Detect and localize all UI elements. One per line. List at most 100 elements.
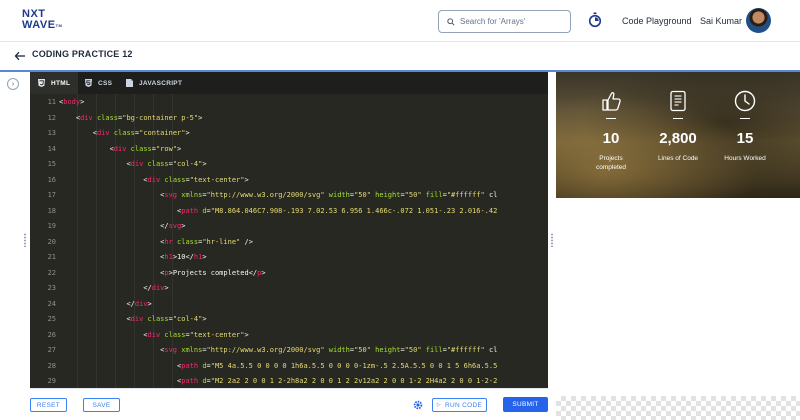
stat-label-line1: Projects	[599, 155, 623, 162]
submit-button[interactable]: SUBMIT	[503, 397, 548, 412]
line-number: 20	[47, 237, 56, 246]
code-line[interactable]: 23 </div>	[30, 281, 548, 297]
css-file-icon	[85, 79, 92, 87]
code-playground-link[interactable]: Code Playground	[622, 16, 692, 26]
stat-value: 2,800	[659, 130, 697, 147]
code-line[interactable]: 16 <div class="text-center">	[30, 173, 548, 189]
code-line[interactable]: 13 <div class="container">	[30, 126, 548, 142]
user-name[interactable]: Sai Kumar	[700, 16, 742, 26]
code-text[interactable]: <div class="col-4">	[59, 157, 206, 173]
code-line[interactable]: 24 </div>	[30, 297, 548, 313]
line-number: 16	[47, 175, 56, 184]
code-text[interactable]: <path d="M2 2a2 2 0 0 1 2-2h8a2 2 0 0 1 …	[59, 374, 497, 388]
code-line[interactable]: 27 <svg xmlns="http://www.w3.org/2000/sv…	[30, 343, 548, 359]
code-text[interactable]: <div class="col-4">	[59, 312, 206, 328]
search-box[interactable]	[438, 10, 571, 33]
line-number: 19	[47, 222, 56, 230]
output-preview: 10 Projects completed 2,800 Lines of Code…	[556, 72, 800, 420]
code-text[interactable]: </svg>	[59, 219, 185, 235]
code-text[interactable]: <svg xmlns="http://www.w3.org/2000/svg" …	[59, 188, 497, 204]
tab-html-label: HTML	[51, 79, 71, 87]
code-text[interactable]: <hr class="hr-line" />	[59, 235, 253, 251]
search-icon	[447, 17, 455, 26]
code-text[interactable]: <svg xmlns="http://www.w3.org/2000/svg" …	[59, 343, 497, 359]
run-code-label: RUN CODE	[445, 401, 483, 409]
line-number: 12	[47, 113, 56, 122]
stat-label-line2: completed	[596, 164, 626, 171]
logo-line-2: WAVE	[22, 19, 56, 31]
stat-label: Projects completed	[576, 154, 646, 172]
save-button[interactable]: SAVE	[83, 398, 120, 412]
code-line[interactable]: 11 <body>	[30, 95, 548, 111]
line-number: 23	[47, 284, 56, 292]
code-line[interactable]: 12 <div class="bg-container p-5">	[30, 111, 548, 127]
line-number: 18	[47, 206, 56, 215]
line-number: 15	[47, 160, 56, 168]
left-resize-handle[interactable]	[24, 233, 26, 247]
line-number: 25	[47, 315, 56, 323]
line-number: 28	[47, 361, 56, 370]
nxtwave-logo[interactable]: NXT WAVETM	[22, 9, 68, 33]
line-number: 13	[47, 129, 56, 137]
code-line[interactable]: 17 <svg xmlns="http://www.w3.org/2000/sv…	[30, 188, 548, 204]
line-number: 22	[47, 268, 56, 277]
reset-button[interactable]: RESET	[30, 398, 67, 412]
code-text[interactable]: <body>	[59, 95, 84, 111]
code-line[interactable]: 14 <div class="row">	[30, 142, 548, 158]
code-line[interactable]: 25 <div class="col-4">	[30, 312, 548, 328]
tab-css[interactable]: CSS	[83, 72, 125, 94]
right-resize-handle[interactable]	[551, 233, 553, 247]
code-text[interactable]: <p>Projects completed</p>	[59, 266, 265, 282]
code-text[interactable]: <div class="row">	[59, 142, 182, 158]
code-editor[interactable]: HTML CSS JAVASCRIPT 11 <body> 12 <div clas…	[30, 72, 548, 388]
code-text[interactable]: <div class="container">	[59, 126, 190, 142]
line-number: 21	[47, 253, 56, 261]
gear-icon[interactable]	[413, 400, 423, 410]
code-line[interactable]: 29 <path d="M2 2a2 2 0 0 1 2-2h8a2 2 0 0…	[30, 374, 548, 388]
code-line[interactable]: 21 <h1>10</h1>	[30, 250, 548, 266]
tab-javascript[interactable]: JAVASCRIPT	[125, 72, 187, 94]
js-file-icon	[126, 79, 133, 87]
html-file-icon	[38, 79, 45, 87]
hero-image-section: 10 Projects completed 2,800 Lines of Code…	[556, 72, 800, 198]
stat-value: 15	[736, 130, 754, 147]
code-line[interactable]: 28 <path d="M5 4a.5.5 0 0 0 0 1h6a.5.5 0…	[30, 359, 548, 375]
code-text[interactable]: <path d="M5 4a.5.5 0 0 0 0 1h6a.5.5 0 0 …	[59, 359, 497, 375]
run-code-button[interactable]: ▷ RUN CODE	[432, 398, 487, 412]
tab-css-label: CSS	[98, 79, 113, 87]
back-arrow-icon[interactable]	[14, 50, 26, 62]
expand-panel-button[interactable]: ›	[7, 78, 19, 90]
logo-trademark: TM	[55, 23, 63, 28]
thumbs-up-icon	[602, 92, 621, 111]
tab-javascript-label: JAVASCRIPT	[139, 79, 183, 87]
code-text[interactable]: <div class="bg-container p-5">	[59, 111, 202, 127]
line-number: 26	[47, 330, 56, 339]
transparency-checkerboard	[556, 396, 800, 420]
line-number: 29	[47, 377, 56, 385]
search-input[interactable]	[460, 17, 560, 26]
code-line[interactable]: 15 <div class="col-4">	[30, 157, 548, 173]
code-line[interactable]: 22 <p>Projects completed</p>	[30, 266, 548, 282]
code-text[interactable]: </div>	[59, 297, 151, 313]
editor-tabs: HTML CSS JAVASCRIPT	[30, 72, 548, 94]
code-text[interactable]: <h1>10</h1>	[59, 250, 206, 266]
stopwatch-icon[interactable]	[588, 12, 602, 28]
play-icon: ▷	[436, 402, 442, 408]
line-number: 27	[47, 346, 56, 354]
chevron-right-icon: ›	[11, 80, 15, 88]
tab-html[interactable]: HTML	[30, 72, 78, 94]
code-text[interactable]: <div class="text-center">	[59, 173, 248, 189]
code-lines[interactable]: 11 <body> 12 <div class="bg-container p-5"…	[30, 94, 548, 388]
hr-line	[606, 118, 616, 119]
code-text[interactable]: <div class="text-center">	[59, 328, 248, 344]
top-header: NXT WAVETM Code Playground Sai Kumar	[0, 0, 800, 42]
avatar[interactable]	[746, 8, 771, 33]
code-line[interactable]: 18 <path d="M8.864.046C7.908-.193 7.02.5…	[30, 204, 548, 220]
code-line[interactable]: 20 <hr class="hr-line" />	[30, 235, 548, 251]
code-text[interactable]: <path d="M8.864.046C7.908-.193 7.02.53 6…	[59, 204, 497, 220]
line-number: 11	[47, 98, 56, 106]
code-line[interactable]: 19 </svg>	[30, 219, 548, 235]
code-text[interactable]: </div>	[59, 281, 168, 297]
line-number: 14	[47, 144, 56, 153]
code-line[interactable]: 26 <div class="text-center">	[30, 328, 548, 344]
